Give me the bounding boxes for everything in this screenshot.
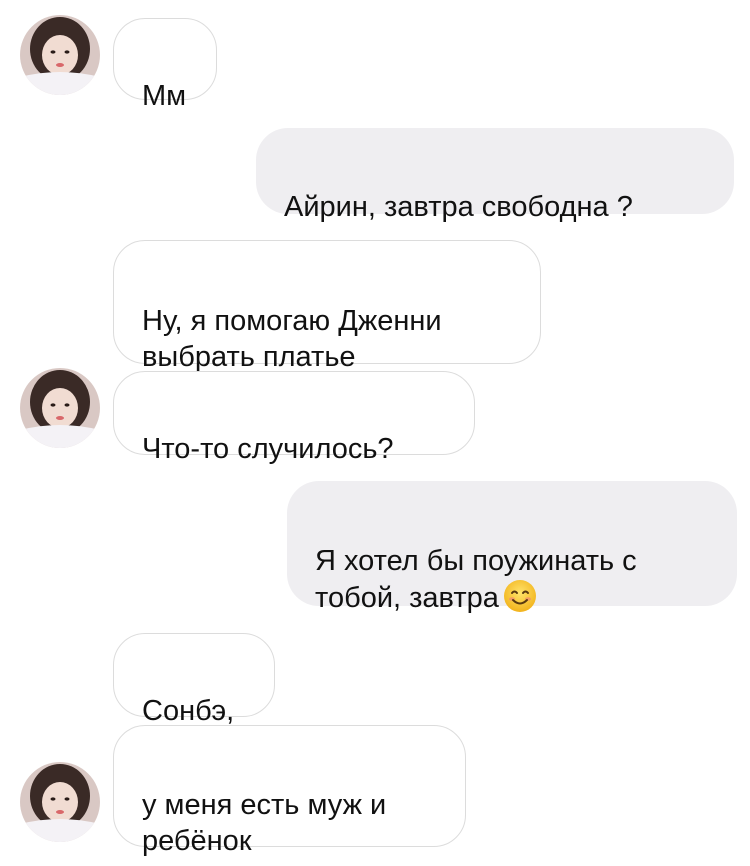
message-bubble-incoming[interactable]: Сонбэ, [113,633,275,727]
message-text: Я хотел бы поужинать с тобой, завтра [315,545,637,614]
message-text: Сонбэ, [142,695,235,727]
message-text: у меня есть муж и ребёнок [142,789,387,857]
message-bubble-outgoing[interactable]: Айрин, завтра свободна ? [256,128,734,223]
message-bubble-incoming[interactable]: Мм [113,18,217,112]
message-text: Мм [142,80,187,112]
avatar-photo-icon [20,762,100,842]
message-bubble-incoming[interactable]: Ну, я помогаю Дженни выбрать платье [113,240,541,373]
contact-avatar[interactable] [20,762,100,842]
message-text: Что-то случилось? [142,433,394,465]
avatar-photo-icon [20,368,100,448]
message-bubble-outgoing[interactable]: Я хотел бы поужинать с тобой, завтра [287,481,737,614]
message-text: Айрин, завтра свободна ? [284,191,633,223]
message-bubble-incoming[interactable]: у меня есть муж и ребёнок [113,725,466,857]
smiling-face-emoji [503,579,537,622]
avatar-photo-icon [20,15,100,95]
chat-thread: Мм Айрин, завтра свободна ? Ну, я помога… [0,0,750,866]
contact-avatar[interactable] [20,368,100,448]
message-bubble-incoming[interactable]: Что-то случилось? [113,371,475,465]
contact-avatar[interactable] [20,15,100,95]
message-text: Ну, я помогаю Дженни выбрать платье [142,305,442,373]
